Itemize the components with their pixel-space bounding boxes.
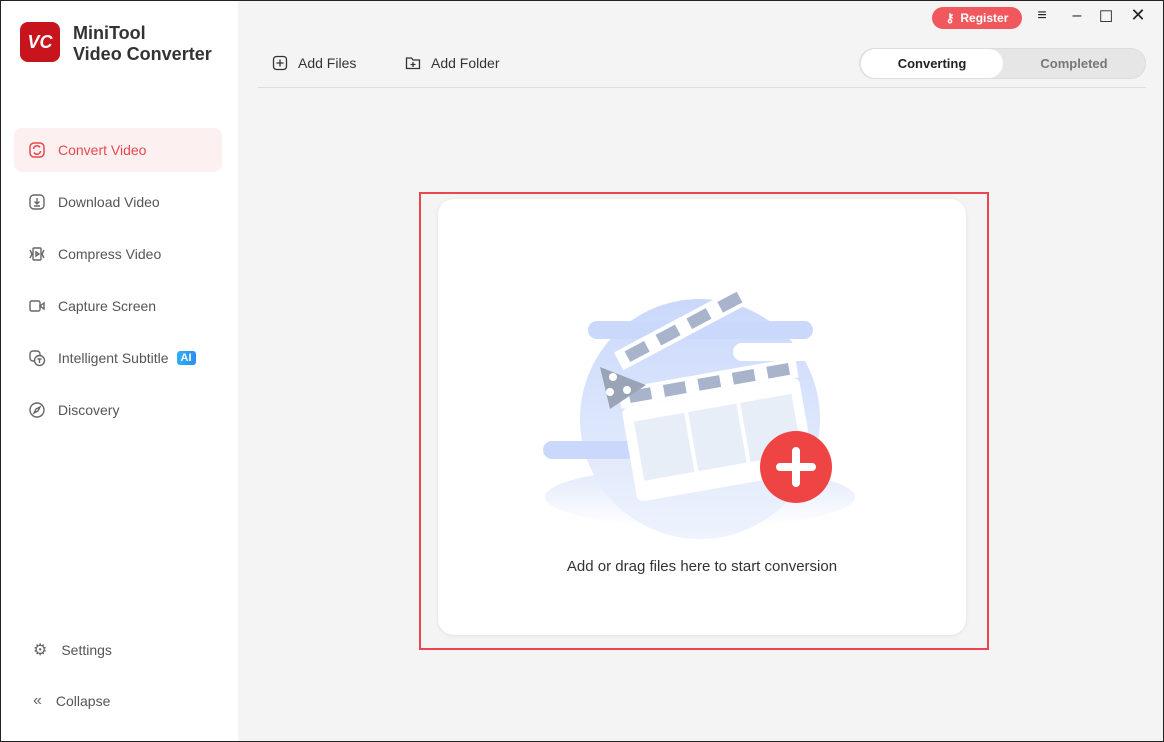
register-button[interactable]: ⚷ Register	[932, 7, 1022, 29]
subtitle-icon	[29, 350, 46, 367]
title-line2: Video Converter	[73, 44, 212, 64]
double-chevron-left-icon: «	[33, 692, 42, 709]
app-window: VC MiniTool Video Converter Convert Video…	[0, 0, 1164, 742]
status-tabs: Converting Completed	[859, 48, 1146, 79]
add-folder-button[interactable]: Add Folder	[405, 55, 499, 71]
close-icon[interactable]: ✕	[1128, 5, 1148, 26]
minimize-icon[interactable]: –	[1067, 7, 1087, 25]
clapperboard-illustration	[543, 268, 858, 539]
download-icon	[29, 194, 45, 210]
divider	[258, 87, 1146, 88]
camera-icon	[29, 300, 45, 312]
collapse-label: Collapse	[55, 693, 111, 709]
key-icon: ⚷	[945, 11, 955, 25]
sidebar-item-download-video[interactable]: Download Video	[14, 180, 222, 224]
sidebar-item-intelligent-subtitle[interactable]: Intelligent Subtitle AI	[14, 336, 222, 380]
sidebar: VC MiniTool Video Converter Convert Video…	[1, 1, 238, 741]
app-title: MiniTool Video Converter	[73, 23, 212, 65]
title-line1: MiniTool	[73, 23, 146, 43]
convert-icon	[29, 142, 45, 158]
settings-label: Settings	[61, 642, 112, 658]
gear-icon: ⚙	[33, 642, 48, 659]
sidebar-item-convert-video[interactable]: Convert Video	[14, 128, 222, 172]
tab-completed[interactable]: Completed	[1003, 49, 1145, 78]
add-icon	[760, 431, 832, 503]
drop-zone[interactable]: Add or drag files here to start conversi…	[438, 199, 966, 635]
add-files-button[interactable]: Add Files	[272, 55, 356, 71]
sidebar-item-label: Download Video	[58, 194, 160, 210]
ai-badge: AI	[176, 351, 196, 365]
app-logo: VC	[20, 22, 60, 62]
sidebar-item-label: Convert Video	[58, 142, 147, 158]
sidebar-item-label: Compress Video	[58, 246, 162, 262]
maximize-icon[interactable]: ☐	[1096, 7, 1116, 27]
sidebar-item-label: Capture Screen	[58, 298, 157, 314]
add-folder-icon	[405, 57, 421, 70]
sidebar-item-label: Discovery	[58, 402, 120, 418]
settings-button[interactable]: ⚙ Settings	[33, 640, 112, 660]
sidebar-item-capture-screen[interactable]: Capture Screen	[14, 284, 222, 328]
sidebar-item-discovery[interactable]: Discovery	[14, 388, 222, 432]
add-folder-label: Add Folder	[431, 55, 500, 71]
drop-zone-text: Add or drag files here to start conversi…	[566, 558, 838, 575]
sidebar-item-label: Intelligent Subtitle	[58, 350, 169, 366]
register-label: Register	[960, 11, 1009, 25]
compress-icon	[29, 247, 45, 261]
compass-icon	[29, 402, 45, 418]
sidebar-item-compress-video[interactable]: Compress Video	[14, 232, 222, 276]
tab-converting[interactable]: Converting	[861, 49, 1003, 78]
collapse-button[interactable]: « Collapse	[33, 692, 110, 710]
menu-icon[interactable]: ≡	[1032, 7, 1052, 25]
add-files-label: Add Files	[298, 55, 357, 71]
add-file-icon	[272, 55, 288, 71]
